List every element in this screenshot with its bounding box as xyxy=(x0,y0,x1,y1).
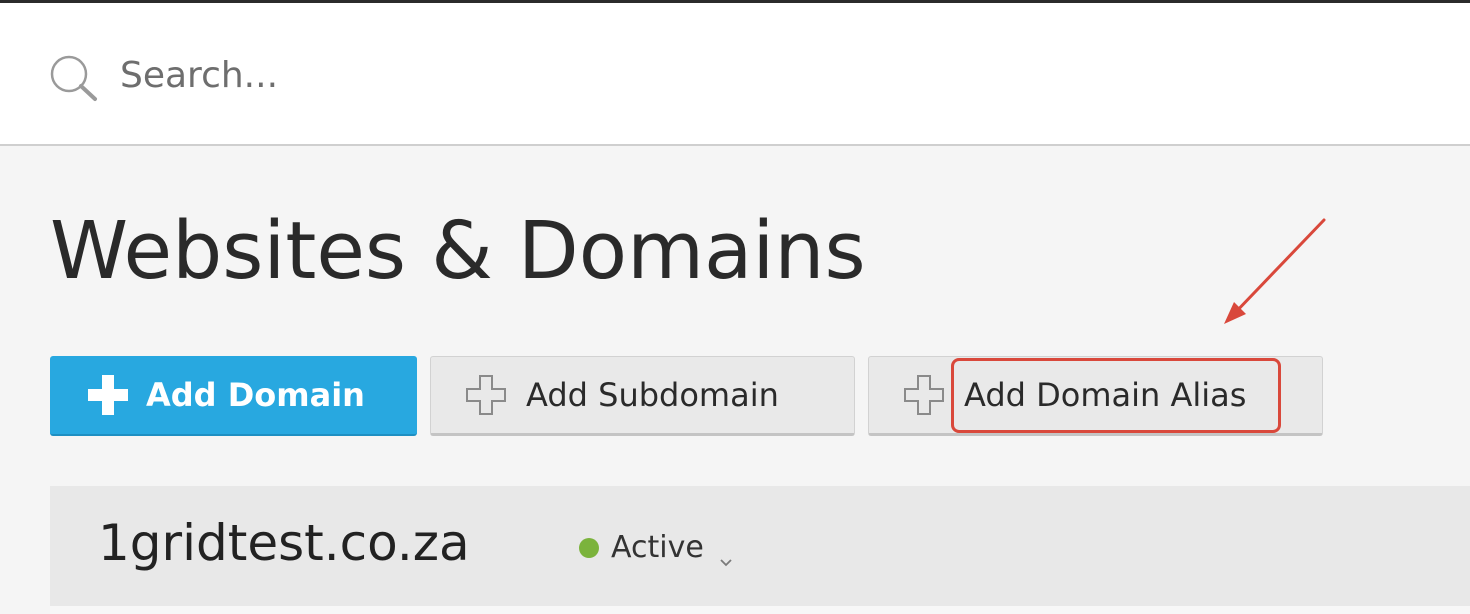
annotation-highlight-box xyxy=(951,358,1281,433)
page-title: Websites & Domains xyxy=(50,205,866,297)
add-subdomain-button[interactable]: Add Subdomain xyxy=(430,356,855,436)
status-dropdown[interactable]: Active xyxy=(579,530,734,566)
add-domain-label: Add Domain xyxy=(146,376,365,414)
domain-name: 1gridtest.co.za xyxy=(98,514,470,572)
plus-icon xyxy=(86,373,130,417)
add-domain-button[interactable]: Add Domain xyxy=(50,356,417,436)
status-label: Active xyxy=(611,530,704,565)
plus-outline-icon xyxy=(464,373,508,417)
chevron-down-icon xyxy=(718,542,734,566)
plus-outline-icon xyxy=(902,373,946,417)
domain-card: 1gridtest.co.za Active xyxy=(50,486,1470,614)
domain-card-divider xyxy=(50,606,1470,614)
annotation-arrow-icon xyxy=(1210,210,1340,340)
search-input[interactable] xyxy=(120,47,720,103)
add-subdomain-label: Add Subdomain xyxy=(526,376,779,414)
search-icon[interactable] xyxy=(48,53,100,103)
search-bar xyxy=(0,3,1470,146)
status-dot-icon xyxy=(579,537,599,558)
